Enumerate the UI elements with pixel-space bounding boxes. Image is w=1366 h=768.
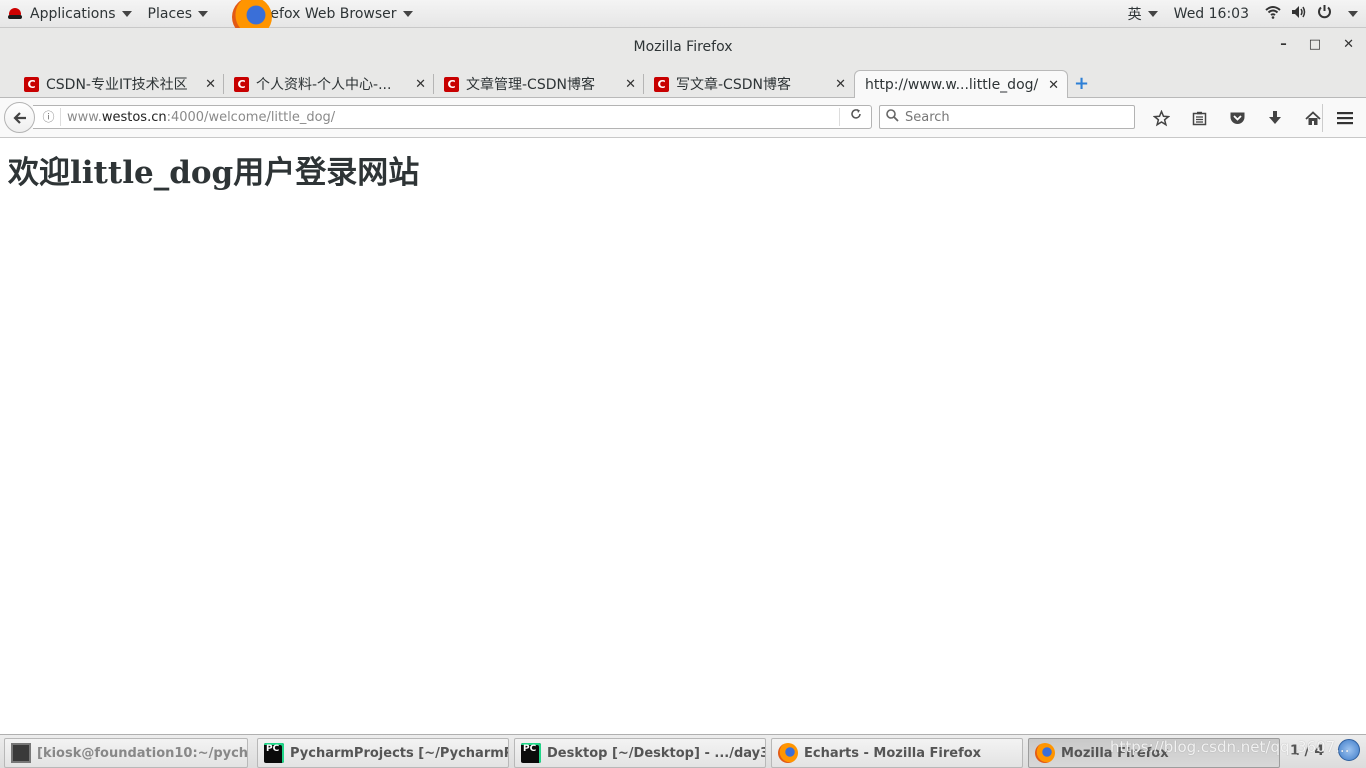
tab-strip: C CSDN-专业IT技术社区 ✕ C 个人资料-个人中心-... ✕ C 文章… bbox=[0, 66, 1366, 99]
tab-csdn-home[interactable]: C CSDN-专业IT技术社区 ✕ bbox=[0, 70, 224, 98]
clipboard-icon bbox=[1192, 111, 1206, 125]
home-button[interactable] bbox=[1294, 106, 1332, 130]
close-window-button[interactable]: ✕ bbox=[1343, 37, 1354, 52]
window-list-bar: [kiosk@foundation10:~/pychar... PC Pycha… bbox=[0, 734, 1366, 768]
gnome-top-bar: Applications Places Firefox Web Browser … bbox=[0, 0, 1366, 37]
url-host: westos.cn bbox=[101, 109, 167, 125]
tab-close-button[interactable]: ✕ bbox=[415, 77, 426, 92]
minimize-button[interactable]: – bbox=[1280, 37, 1287, 52]
back-button[interactable] bbox=[4, 102, 35, 133]
chevron-down-icon bbox=[121, 10, 132, 17]
redhat-logo-icon bbox=[8, 7, 22, 20]
task-echarts-firefox[interactable]: Echarts - Mozilla Firefox bbox=[771, 738, 1023, 768]
app-menu[interactable]: Firefox Web Browser bbox=[216, 0, 421, 37]
volume-icon bbox=[1291, 5, 1307, 23]
places-label: Places bbox=[147, 5, 193, 22]
reading-list-button[interactable] bbox=[1180, 106, 1218, 130]
tab-little-dog[interactable]: http://www.w...little_dog/ ✕ bbox=[854, 70, 1068, 99]
clock[interactable]: Wed 16:03 bbox=[1166, 0, 1257, 28]
input-method-label: 英 bbox=[1127, 6, 1142, 23]
task-mozilla-firefox[interactable]: Mozilla Firefox bbox=[1028, 738, 1280, 768]
page-heading: 欢迎little_dog用户登录网站 bbox=[8, 155, 420, 191]
search-bar[interactable] bbox=[879, 105, 1135, 129]
open-menu-button[interactable] bbox=[1332, 106, 1358, 130]
pycharm-icon: PC bbox=[521, 743, 541, 763]
power-icon bbox=[1317, 4, 1332, 23]
tab-label: CSDN-专业IT技术社区 bbox=[46, 77, 188, 93]
pocket-icon bbox=[1230, 112, 1244, 124]
maximize-button[interactable]: □ bbox=[1309, 37, 1321, 52]
reload-button[interactable] bbox=[839, 108, 871, 126]
downloads-button[interactable] bbox=[1256, 106, 1294, 130]
search-icon bbox=[886, 108, 899, 126]
url-prefix: www. bbox=[67, 109, 102, 125]
tab-article-management[interactable]: C 文章管理-CSDN博客 ✕ bbox=[434, 70, 644, 98]
task-label: [kiosk@foundation10:~/pychar... bbox=[37, 745, 248, 761]
csdn-favicon-icon: C bbox=[24, 76, 39, 92]
applications-menu[interactable]: Applications bbox=[0, 0, 140, 28]
tab-label: 个人资料-个人中心-... bbox=[256, 77, 392, 93]
tab-label: 写文章-CSDN博客 bbox=[676, 77, 791, 93]
csdn-favicon-icon: C bbox=[654, 76, 669, 92]
tab-write-article[interactable]: C 写文章-CSDN博客 ✕ bbox=[644, 70, 854, 98]
task-label: PycharmProjects [~/PycharmProj... bbox=[290, 745, 508, 761]
window-title-bar[interactable]: Mozilla Firefox – □ ✕ bbox=[0, 28, 1366, 66]
bookmark-star-button[interactable] bbox=[1142, 106, 1180, 130]
chevron-down-icon bbox=[402, 10, 413, 17]
star-icon bbox=[1152, 109, 1170, 126]
window-title: Mozilla Firefox bbox=[633, 39, 733, 55]
toolbar-separator bbox=[1322, 104, 1323, 132]
site-info-icon[interactable]: ⓘ bbox=[37, 108, 61, 126]
url-path: :4000/welcome/little_dog/ bbox=[166, 109, 336, 125]
search-input[interactable] bbox=[905, 109, 1125, 125]
chevron-down-icon bbox=[198, 10, 209, 17]
hamburger-menu-icon bbox=[1337, 112, 1353, 125]
firefox-icon bbox=[1035, 743, 1055, 763]
places-menu[interactable]: Places bbox=[140, 0, 217, 28]
workspace-indicator-icon[interactable] bbox=[1338, 739, 1360, 761]
clock-label: Wed 16:03 bbox=[1173, 5, 1249, 22]
url-text[interactable]: www.westos.cn:4000/welcome/little_dog/ bbox=[61, 110, 839, 125]
new-tab-button[interactable]: + bbox=[1074, 73, 1089, 94]
download-arrow-icon bbox=[1269, 111, 1281, 124]
wifi-icon bbox=[1265, 5, 1281, 23]
csdn-favicon-icon: C bbox=[234, 76, 249, 92]
applications-label: Applications bbox=[30, 5, 116, 22]
pycharm-icon: PC bbox=[264, 743, 284, 763]
tab-close-button[interactable]: ✕ bbox=[1048, 78, 1059, 93]
task-terminal[interactable]: [kiosk@foundation10:~/pychar... bbox=[4, 738, 248, 768]
csdn-favicon-icon: C bbox=[444, 76, 459, 92]
chevron-down-icon bbox=[1348, 10, 1358, 17]
tab-close-button[interactable]: ✕ bbox=[625, 77, 636, 92]
task-label: Echarts - Mozilla Firefox bbox=[804, 745, 982, 761]
tab-close-button[interactable]: ✕ bbox=[835, 77, 846, 92]
task-pycharm-projects[interactable]: PC PycharmProjects [~/PycharmProj... bbox=[257, 738, 509, 768]
task-label: Desktop [~/Desktop] - .../day33... bbox=[547, 745, 765, 761]
pocket-button[interactable] bbox=[1218, 106, 1256, 130]
chevron-down-icon bbox=[1147, 10, 1158, 17]
firefox-icon bbox=[778, 743, 798, 763]
terminal-icon bbox=[11, 743, 31, 763]
task-label: Mozilla Firefox bbox=[1061, 745, 1169, 761]
tab-profile[interactable]: C 个人资料-个人中心-... ✕ bbox=[224, 70, 434, 98]
system-menu[interactable] bbox=[1257, 0, 1366, 28]
page-content: 欢迎little_dog用户登录网站 bbox=[0, 139, 1366, 734]
url-bar[interactable]: ⓘ www.westos.cn:4000/welcome/little_dog/ bbox=[33, 105, 872, 129]
home-icon bbox=[1305, 110, 1321, 125]
tab-close-button[interactable]: ✕ bbox=[205, 77, 216, 92]
app-menu-label: Firefox Web Browser bbox=[254, 5, 397, 22]
back-arrow-icon bbox=[12, 111, 26, 124]
task-pycharm-desktop[interactable]: PC Desktop [~/Desktop] - .../day33... bbox=[514, 738, 766, 768]
input-method-menu[interactable]: 英 bbox=[1120, 0, 1166, 28]
workspace-pager[interactable]: 1 / 4 bbox=[1282, 737, 1332, 765]
tab-label: http://www.w...little_dog/ bbox=[865, 77, 1039, 93]
tab-label: 文章管理-CSDN博客 bbox=[466, 77, 595, 93]
